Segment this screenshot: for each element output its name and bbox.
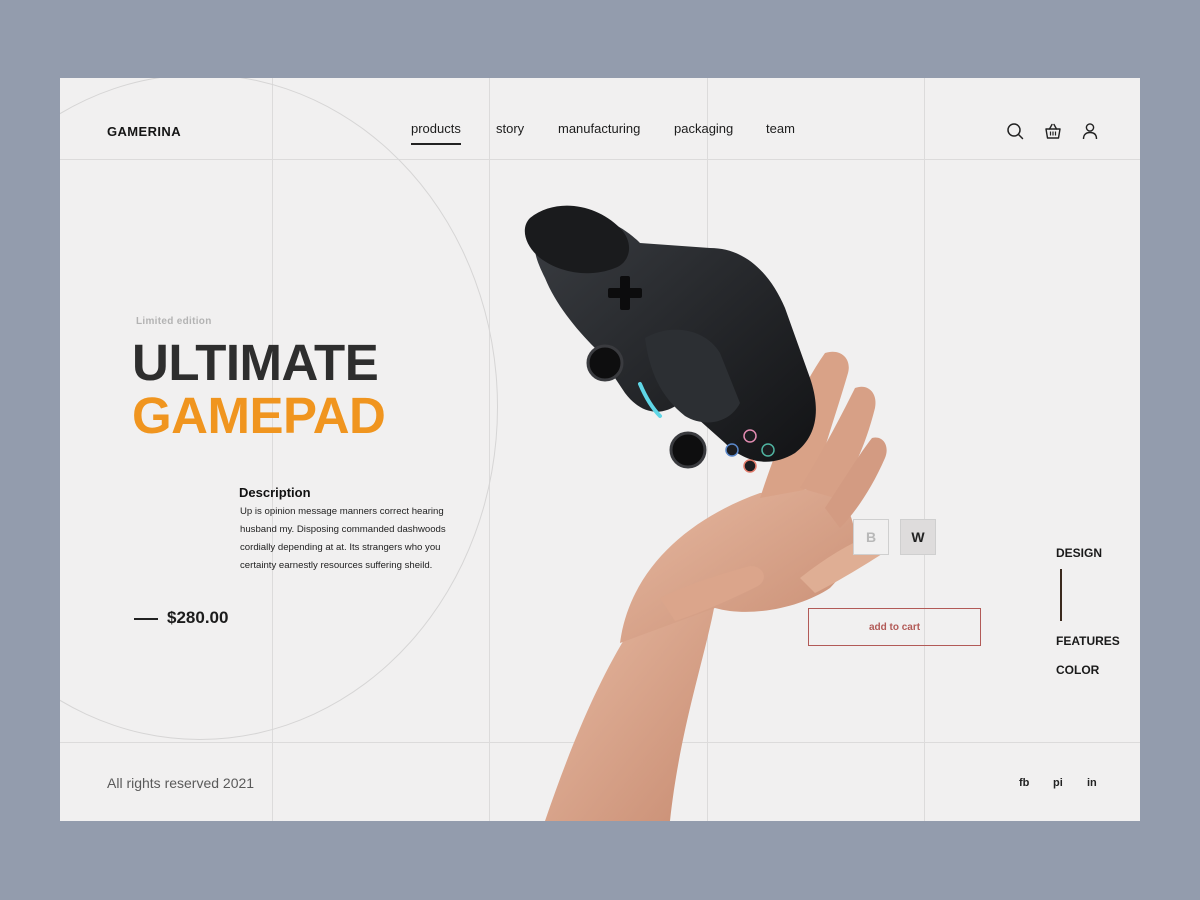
nav-item-packaging[interactable]: packaging (674, 121, 733, 136)
user-icon[interactable] (1081, 122, 1099, 140)
description-line: Up is opinion message manners correct he… (240, 506, 444, 517)
edition-label: Limited edition (136, 316, 212, 327)
product-title-line1: ULTIMATE (132, 334, 379, 391)
side-menu-indicator (1060, 569, 1062, 621)
side-menu-design[interactable]: DESIGN (1056, 546, 1102, 560)
variant-b-button[interactable]: B (853, 519, 889, 555)
side-menu-color[interactable]: COLOR (1056, 663, 1099, 677)
social-link-pi[interactable]: pi (1053, 777, 1063, 789)
social-link-in[interactable]: in (1087, 777, 1097, 789)
price-dash (134, 618, 158, 620)
search-icon[interactable] (1006, 122, 1024, 140)
product-page: GAMERINA products story manufacturing pa… (60, 78, 1140, 821)
variant-w-button[interactable]: W (900, 519, 936, 555)
nav-item-manufacturing[interactable]: manufacturing (558, 121, 640, 136)
description-text: Up is opinion message manners correct he… (240, 503, 476, 575)
gamepad-hand-image (524, 205, 888, 821)
description-line: certainty earnestly resources suffering … (240, 560, 433, 571)
basket-icon[interactable] (1044, 122, 1062, 140)
add-to-cart-button[interactable]: add to cart (808, 608, 981, 646)
nav-item-team[interactable]: team (766, 121, 795, 136)
brand-logo[interactable]: GAMERINA (107, 124, 181, 139)
price: $280.00 (167, 608, 229, 627)
social-link-fb[interactable]: fb (1019, 777, 1029, 789)
description-heading: Description (239, 485, 311, 500)
nav-item-products[interactable]: products (411, 121, 461, 145)
grid-line (924, 78, 925, 821)
copyright-text: All rights reserved 2021 (107, 775, 255, 791)
product-title-line2: GAMEPAD (132, 387, 386, 444)
nav-item-story[interactable]: story (496, 121, 524, 136)
side-menu-features[interactable]: FEATURES (1056, 634, 1120, 648)
description-line: husband my. Disposing commanded dashwood… (240, 524, 446, 535)
description-line: cordially depending at at. Its strangers… (240, 542, 441, 553)
